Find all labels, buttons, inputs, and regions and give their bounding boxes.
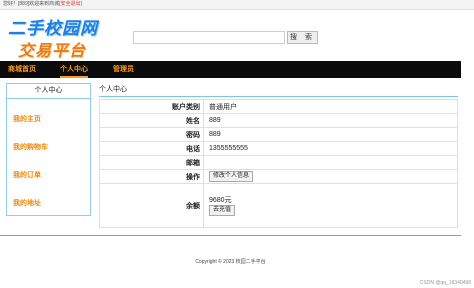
table-row: 密码 889 — [99, 127, 458, 142]
table-row: 操作 修改个人信息 — [99, 169, 458, 184]
logo-title-line1: 二手校园网 — [8, 19, 98, 39]
logo-title-line2: 交易平台 — [18, 41, 87, 60]
field-label-password: 密码 — [99, 127, 204, 142]
table-row: 电话 1355555555 — [99, 141, 458, 156]
field-label-email: 邮箱 — [99, 155, 204, 170]
field-label-balance: 余额 — [99, 183, 204, 228]
site-logo[interactable]: 二手校园网 交易平台 — [8, 14, 118, 60]
footer-divider — [0, 235, 461, 236]
balance-cell: 9680元 去充值 — [203, 183, 458, 228]
field-value-email — [203, 155, 458, 170]
logout-link[interactable]: [安全退出] — [59, 1, 82, 7]
sidebar: 个人中心 我的主页 我的购物车 我的订单 我的地址 — [6, 83, 91, 216]
table-row: 姓名 889 — [99, 113, 458, 128]
footer-copyright: Copyright © 2023 校园二手平台 — [195, 259, 266, 265]
panel-divider — [99, 96, 458, 97]
field-label-actions: 操作 — [99, 169, 204, 184]
sidebar-item-my-homepage[interactable]: 我的主页 — [13, 114, 41, 124]
field-value-balance: 9680元 — [209, 197, 232, 204]
personal-center-panel: 个人中心 账户类别 普通用户 姓名 889 密码 889 电话 13555555… — [99, 84, 458, 228]
recharge-button[interactable]: 去充值 — [209, 205, 236, 216]
watermark: CSDN @qq_18340498 — [419, 280, 471, 286]
sidebar-item-my-orders[interactable]: 我的订单 — [13, 170, 41, 180]
field-value-password: 889 — [203, 127, 458, 142]
panel-title: 个人中心 — [99, 86, 127, 93]
field-label-name: 姓名 — [99, 113, 204, 128]
user-info-table: 账户类别 普通用户 姓名 889 密码 889 电话 1355555555 邮箱… — [99, 99, 458, 228]
sidebar-title: 个人中心 — [7, 84, 90, 99]
field-value-phone: 1355555555 — [203, 141, 458, 156]
search-button[interactable]: 搜 索 — [287, 31, 318, 44]
welcome-text: 您好！[889]欢迎来到商城 — [3, 1, 60, 7]
field-value-account-type: 普通用户 — [203, 99, 458, 114]
top-bar: 您好！[889]欢迎来到商城[安全退出] — [0, 0, 474, 10]
field-label-phone: 电话 — [99, 141, 204, 156]
search-input[interactable] — [133, 31, 285, 44]
actions-cell: 修改个人信息 — [203, 169, 458, 184]
sidebar-item-my-cart[interactable]: 我的购物车 — [13, 142, 48, 152]
nav-item-home[interactable]: 商城首页 — [8, 61, 36, 78]
field-value-name: 889 — [203, 113, 458, 128]
edit-profile-button[interactable]: 修改个人信息 — [209, 171, 254, 182]
table-row: 账户类别 普通用户 — [99, 99, 458, 114]
table-row: 邮箱 — [99, 155, 458, 170]
field-label-account-type: 账户类别 — [99, 99, 204, 114]
nav-item-admin[interactable]: 管理员 — [113, 61, 134, 78]
main-nav: 商城首页 个人中心 管理员 — [0, 61, 461, 78]
sidebar-item-my-address[interactable]: 我的地址 — [13, 198, 41, 208]
nav-item-personal-center[interactable]: 个人中心 — [60, 61, 88, 78]
table-row: 余额 9680元 去充值 — [99, 183, 458, 228]
